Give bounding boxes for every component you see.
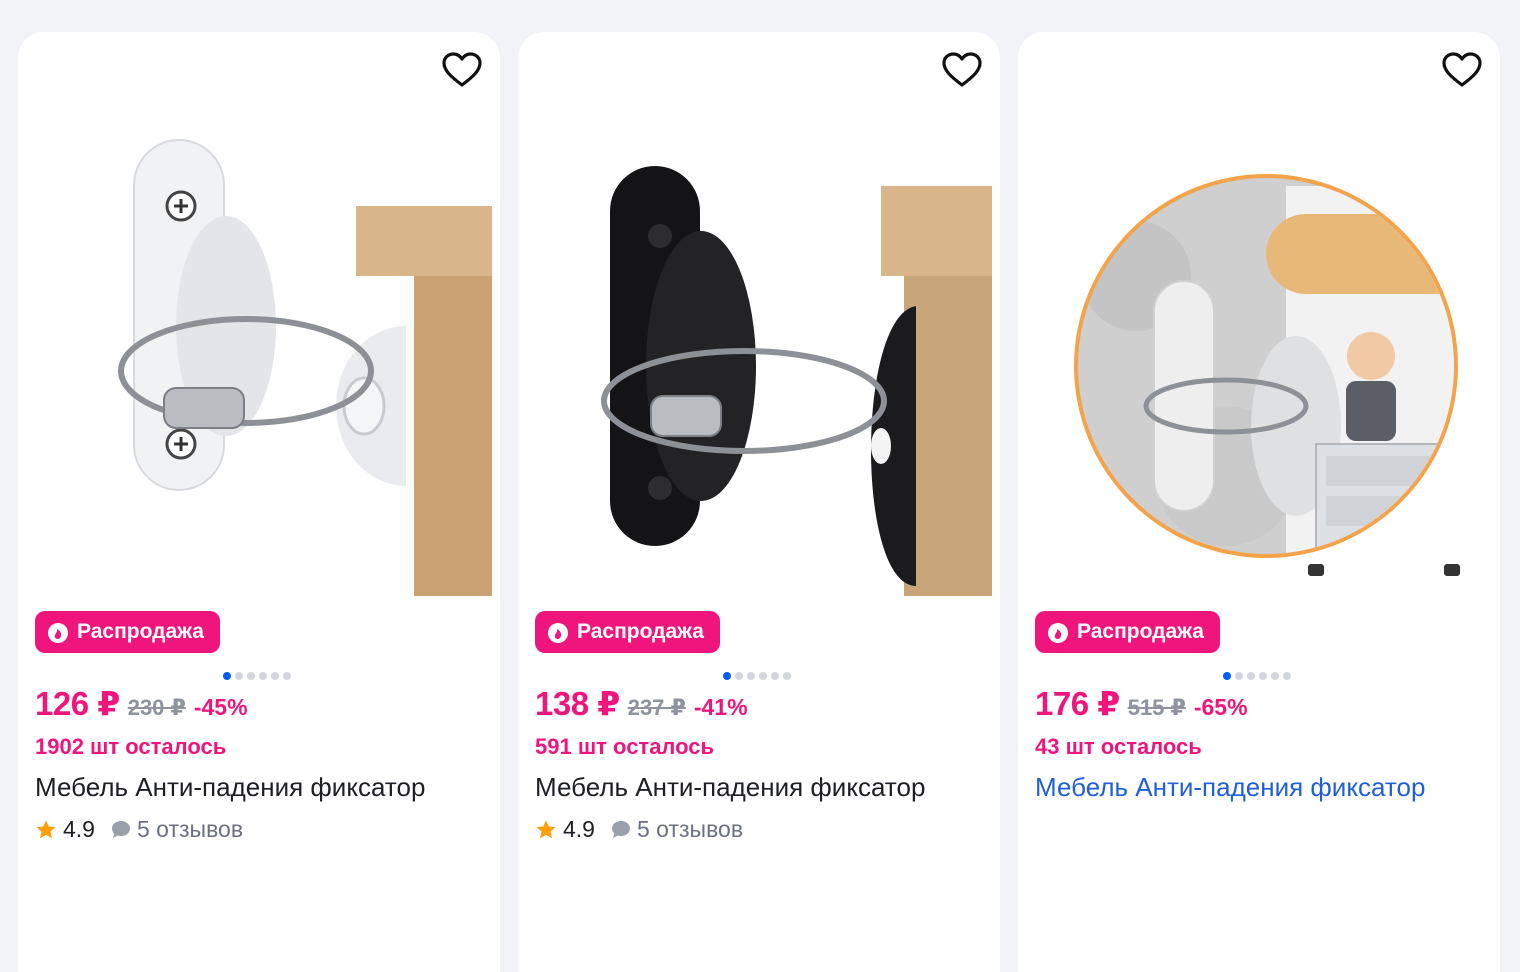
pagination-dot[interactable] — [1283, 672, 1291, 680]
pagination-dot[interactable] — [1247, 672, 1255, 680]
pagination-dot[interactable] — [747, 672, 755, 680]
product-card[interactable]: Распродажа 126 ₽ 230 ₽ -45% 1902 шт оста… — [18, 32, 500, 972]
product-title[interactable]: Мебель Анти-падения фиксатор — [35, 772, 425, 803]
badge-label: Распродажа — [77, 620, 204, 643]
rating-value: 4.9 — [563, 816, 595, 842]
favorite-button[interactable] — [440, 50, 484, 90]
current-price: 138 ₽ — [535, 685, 620, 722]
pagination-dot[interactable] — [723, 672, 731, 680]
stock-left: 1902 шт осталось — [35, 734, 227, 759]
comment-icon — [611, 821, 630, 838]
star-icon — [36, 819, 56, 838]
pagination-dot[interactable] — [223, 672, 231, 680]
pagination-dot[interactable] — [735, 672, 743, 680]
discount: -41% — [693, 694, 748, 720]
product-image[interactable] — [1026, 126, 1492, 596]
discount: -45% — [193, 694, 248, 720]
image-pagination[interactable] — [1223, 672, 1291, 680]
rating-row: 4.9 5 отзывов — [35, 816, 243, 843]
rating-value: 4.9 — [63, 816, 95, 842]
star-icon — [536, 819, 556, 838]
old-price: 237 ₽ — [627, 695, 686, 720]
image-pagination[interactable] — [723, 672, 791, 680]
product-card[interactable]: Распродажа 176 ₽ 515 ₽ -65% 43 шт остало… — [1018, 32, 1500, 972]
product-image[interactable] — [526, 126, 992, 596]
flame-icon — [548, 623, 568, 643]
image-pagination[interactable] — [223, 672, 291, 680]
stock-left: 591 шт осталось — [535, 734, 715, 759]
flame-icon — [1048, 623, 1068, 643]
pagination-dot[interactable] — [1271, 672, 1279, 680]
pagination-dot[interactable] — [271, 672, 279, 680]
pagination-dot[interactable] — [759, 672, 767, 680]
heart-icon — [1442, 52, 1482, 87]
sale-badge: Распродажа — [535, 611, 720, 653]
heart-icon — [942, 52, 982, 87]
product-card[interactable]: Распродажа 138 ₽ 237 ₽ -41% 591 шт остал… — [518, 32, 1000, 972]
sale-badge: Распродажа — [1035, 611, 1220, 653]
old-price: 230 ₽ — [127, 695, 186, 720]
sale-badge: Распродажа — [35, 611, 220, 653]
pagination-dot[interactable] — [1235, 672, 1243, 680]
favorite-button[interactable] — [940, 50, 984, 90]
old-price: 515 ₽ — [1127, 695, 1186, 720]
favorite-button[interactable] — [1440, 50, 1484, 90]
pagination-dot[interactable] — [771, 672, 779, 680]
pagination-dot[interactable] — [283, 672, 291, 680]
price-row: 138 ₽ 237 ₽ -41% — [535, 684, 748, 723]
reviews-count[interactable]: 5 отзывов — [137, 816, 243, 843]
product-image[interactable] — [26, 126, 492, 596]
comment-icon — [111, 821, 130, 838]
badge-label: Распродажа — [1077, 620, 1204, 643]
pagination-dot[interactable] — [783, 672, 791, 680]
product-title[interactable]: Мебель Анти-падения фиксатор — [1035, 772, 1425, 803]
pagination-dot[interactable] — [235, 672, 243, 680]
current-price: 126 ₽ — [35, 685, 120, 722]
rating-row: 4.9 5 отзывов — [535, 816, 743, 843]
heart-icon — [442, 52, 482, 87]
pagination-dot[interactable] — [247, 672, 255, 680]
flame-icon — [48, 623, 68, 643]
reviews-link[interactable]: 5 отзывов — [111, 816, 243, 843]
product-grid: Распродажа 126 ₽ 230 ₽ -45% 1902 шт оста… — [18, 32, 1500, 972]
pagination-dot[interactable] — [1259, 672, 1267, 680]
reviews-link[interactable]: 5 отзывов — [611, 816, 743, 843]
price-row: 176 ₽ 515 ₽ -65% — [1035, 684, 1248, 723]
pagination-dot[interactable] — [259, 672, 267, 680]
pagination-dot[interactable] — [1223, 672, 1231, 680]
reviews-count[interactable]: 5 отзывов — [637, 816, 743, 843]
discount: -65% — [1193, 694, 1248, 720]
current-price: 176 ₽ — [1035, 685, 1120, 722]
stock-left: 43 шт осталось — [1035, 734, 1202, 759]
badge-label: Распродажа — [577, 620, 704, 643]
product-title[interactable]: Мебель Анти-падения фиксатор — [535, 772, 925, 803]
price-row: 126 ₽ 230 ₽ -45% — [35, 684, 248, 723]
